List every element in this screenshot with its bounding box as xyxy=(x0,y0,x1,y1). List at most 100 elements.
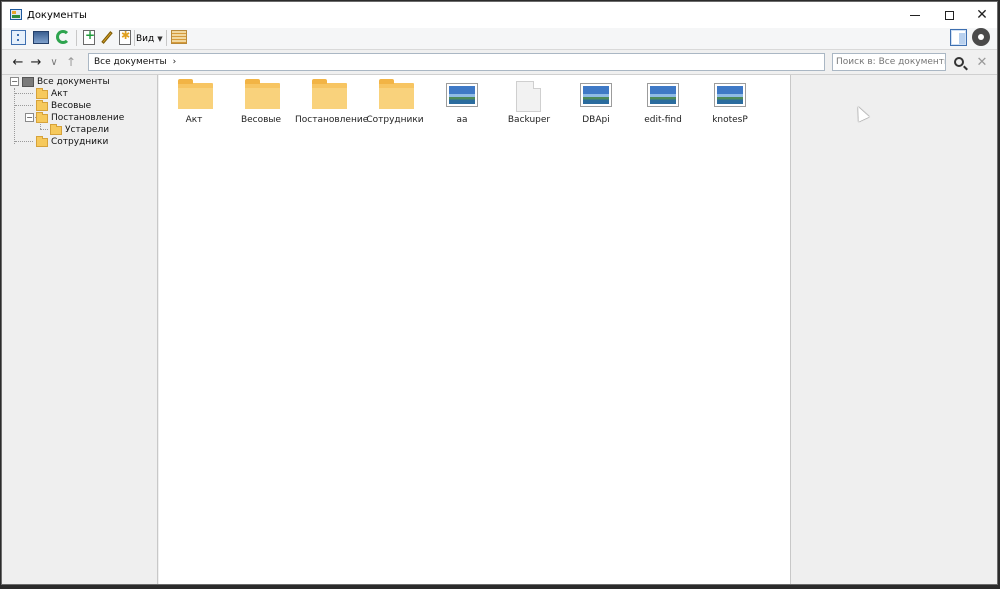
tree-connector xyxy=(40,129,48,130)
file-item-knotesp[interactable]: knotesP xyxy=(697,79,763,135)
barcode-button[interactable] xyxy=(170,28,188,46)
view-menu-label: Вид xyxy=(136,34,155,44)
tree-item-all-documents[interactable]: Все документы xyxy=(22,76,110,88)
breadcrumb-separator[interactable]: › xyxy=(173,57,177,67)
folder-icon xyxy=(245,79,280,109)
folder-tree: − Все документы Акт Весовые − Постановле… xyxy=(2,75,158,584)
item-label: knotesP xyxy=(712,115,748,125)
app-icon xyxy=(10,9,22,20)
caret-down-icon: ▼ xyxy=(157,35,163,43)
view-menu-button[interactable]: Вид ▼ xyxy=(136,31,163,47)
search-button[interactable] xyxy=(950,53,968,71)
folder-icon xyxy=(312,79,347,109)
item-label: Весовые xyxy=(240,115,282,125)
folder-icon xyxy=(379,79,414,109)
image-file-icon xyxy=(446,83,478,107)
folder-item-sotrudniki[interactable]: Сотрудники xyxy=(362,79,428,135)
close-icon: ✕ xyxy=(976,7,988,23)
preview-panel-toggle[interactable] xyxy=(949,28,967,46)
document-list-button[interactable] xyxy=(9,28,27,46)
address-bar[interactable]: Все документы › xyxy=(88,53,825,71)
thumbnail-image xyxy=(650,86,676,104)
new-star-button[interactable] xyxy=(116,28,134,46)
thumbnail-image xyxy=(449,86,475,104)
tree-item-ustareli[interactable]: Устарели xyxy=(50,123,109,136)
tree-item-label: Весовые xyxy=(51,101,92,111)
file-list: Акт Весовые Постановление Сотрудники aa … xyxy=(159,75,790,584)
toolbar-separator xyxy=(166,30,167,46)
settings-button[interactable] xyxy=(972,28,990,46)
item-label: Backuper xyxy=(507,115,551,125)
search-icon xyxy=(954,57,964,67)
tree-connector xyxy=(15,93,33,94)
gear-icon xyxy=(974,30,988,44)
blank-file-icon xyxy=(516,81,541,112)
item-label: Сотрудники xyxy=(366,115,424,125)
file-item-dbapi[interactable]: DBApi xyxy=(563,79,629,135)
item-label: Акт xyxy=(185,115,203,125)
tree-toggle-root[interactable]: − xyxy=(10,77,19,86)
clear-search-button[interactable]: ✕ xyxy=(974,53,990,71)
new-document-button[interactable] xyxy=(80,28,98,46)
toolbar-separator xyxy=(134,30,135,46)
tree-connector xyxy=(15,105,33,106)
thumbnail-image xyxy=(717,86,743,104)
maximize-button[interactable] xyxy=(932,2,966,28)
refresh-button[interactable] xyxy=(54,28,72,46)
edit-button[interactable] xyxy=(98,28,116,46)
back-button[interactable]: ← xyxy=(10,53,26,71)
document-list-icon xyxy=(10,29,26,45)
image-file-icon xyxy=(647,83,679,107)
folder-icon xyxy=(178,79,213,109)
toolbar: Вид ▼ xyxy=(2,28,997,50)
tree-item-label: Акт xyxy=(51,89,68,99)
tree-connector xyxy=(15,141,33,142)
toolbar-separator xyxy=(76,30,77,46)
new-star-icon xyxy=(119,29,131,45)
item-label: edit-find xyxy=(644,115,682,125)
navigation-bar: ← → ∨ ↑ Все документы › ✕ xyxy=(2,50,997,75)
folder-icon xyxy=(36,111,48,123)
item-label: Постановление xyxy=(295,115,369,125)
folder-item-vesovye[interactable]: Весовые xyxy=(228,79,294,135)
thumbnail-image xyxy=(583,86,609,104)
title-bar: Документы ✕ xyxy=(2,2,997,28)
image-file-icon xyxy=(714,83,746,107)
tree-item-vesovye[interactable]: Весовые xyxy=(36,99,92,112)
scan-button[interactable] xyxy=(32,28,50,46)
tree-item-label: Постановление xyxy=(51,113,125,123)
preview-panel-icon xyxy=(949,28,967,46)
forward-button[interactable]: → xyxy=(28,53,44,71)
edit-icon xyxy=(101,30,113,44)
history-dropdown-button[interactable]: ∨ xyxy=(46,53,62,71)
maximize-icon xyxy=(944,10,954,20)
minimize-button[interactable] xyxy=(898,2,932,28)
tree-connector xyxy=(14,88,15,144)
all-documents-icon xyxy=(22,77,34,87)
close-button[interactable]: ✕ xyxy=(965,2,997,28)
minimize-icon xyxy=(910,14,920,16)
new-document-icon xyxy=(83,28,95,45)
refresh-icon xyxy=(56,30,70,44)
item-label: DBApi xyxy=(582,115,610,125)
tree-item-label: Сотрудники xyxy=(51,137,109,147)
folder-icon xyxy=(36,135,48,147)
tree-toggle-postanovlenie[interactable]: − xyxy=(25,113,34,122)
tree-item-postanovlenie[interactable]: Постановление xyxy=(36,111,125,124)
tree-item-label: Все документы xyxy=(37,77,110,87)
folder-icon xyxy=(36,99,48,111)
window-title: Документы xyxy=(27,10,87,21)
tree-item-act[interactable]: Акт xyxy=(36,87,68,100)
file-item-backuper[interactable]: Backuper xyxy=(496,79,562,135)
folder-item-postanovlenie[interactable]: Постановление xyxy=(295,79,369,135)
search-input[interactable] xyxy=(832,53,946,71)
file-item-edit-find[interactable]: edit-find xyxy=(630,79,696,135)
breadcrumb-item[interactable]: Все документы xyxy=(94,57,167,67)
image-file-icon xyxy=(580,83,612,107)
preview-pane xyxy=(790,75,997,584)
tree-item-sotrudniki[interactable]: Сотрудники xyxy=(36,135,109,148)
documents-window: Документы ✕ Вид ▼ ← → ∨ ↑ Все документы … xyxy=(1,1,998,585)
folder-item-act[interactable]: Акт xyxy=(161,79,227,135)
file-item-aa[interactable]: aa xyxy=(429,79,495,135)
up-button[interactable]: ↑ xyxy=(63,53,79,71)
